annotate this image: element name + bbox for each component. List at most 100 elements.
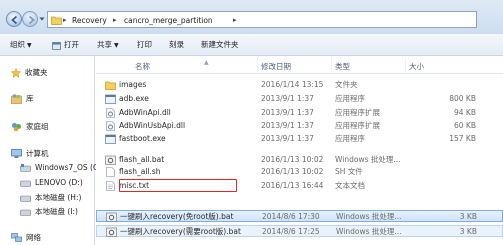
exe-icon bbox=[105, 134, 116, 144]
nav-drive-d-label: LENOVO (D:) bbox=[35, 178, 83, 187]
file-row[interactable]: 一键刷入recovery(需要root版).bat 2014/8/6 17:25 W… bbox=[96, 225, 503, 237]
command-bar: 组织 ▼ 打开 共享 ▼ 打印 刻录 新建文件夹 bbox=[0, 34, 503, 56]
nav-drive-i-label: 本地磁盘 (I:) bbox=[35, 207, 78, 216]
file-type: Windows 批处理... bbox=[335, 155, 401, 164]
drive-icon bbox=[20, 195, 31, 202]
back-button[interactable] bbox=[6, 11, 22, 27]
nav-drive-c[interactable]: Windows7_OS (C:) bbox=[20, 162, 104, 173]
nav-favorites[interactable]: 收藏夹 bbox=[11, 67, 48, 78]
file-name: AdbWinApi.dll bbox=[119, 108, 171, 117]
nav-drive-h-label: 本地磁盘 (H:) bbox=[35, 193, 82, 202]
file-modified: 2014/8/6 17:25 bbox=[262, 227, 320, 236]
nav-computer[interactable]: 计算机 bbox=[11, 148, 49, 159]
file-type: SH 文件 bbox=[335, 167, 363, 176]
file-row[interactable]: images 2016/1/14 13:15 文件夹 bbox=[96, 79, 503, 91]
bat-icon bbox=[106, 212, 117, 222]
nav-homegroup[interactable]: 家庭组 bbox=[11, 121, 49, 132]
organize-menu[interactable]: 组织 ▼ bbox=[10, 39, 32, 51]
exe-icon bbox=[105, 94, 116, 104]
burn-button[interactable]: 刻录 bbox=[169, 39, 184, 51]
file-modified: 2013/9/1 1:37 bbox=[261, 108, 314, 117]
print-button[interactable]: 打印 bbox=[137, 39, 152, 51]
breadcrumb-separator[interactable]: ▸ bbox=[113, 15, 117, 26]
file-size: 3 KB bbox=[459, 227, 477, 236]
file-type: 文件夹 bbox=[335, 80, 358, 89]
nav-libraries[interactable]: 库 bbox=[11, 93, 34, 104]
file-row[interactable]: flash_all.bat 2016/1/13 10:02 Windows 批处理.… bbox=[96, 154, 503, 166]
nav-favorites-label: 收藏夹 bbox=[25, 68, 48, 77]
column-header-name[interactable]: 名称 bbox=[135, 61, 150, 72]
txt-icon bbox=[106, 181, 115, 191]
file-modified: 2013/9/1 1:37 bbox=[261, 134, 314, 143]
file-modified: 2014/8/6 17:30 bbox=[262, 212, 320, 221]
file-modified: 2013/9/1 1:37 bbox=[261, 94, 314, 103]
nav-homegroup-label: 家庭组 bbox=[26, 122, 49, 131]
share-label: 共享 bbox=[97, 40, 112, 49]
file-size: 800 KB bbox=[449, 94, 476, 103]
bat-icon bbox=[105, 155, 116, 165]
address-box[interactable]: ▸ Recovery ▸ cancro_merge_partition ▸ bbox=[47, 11, 477, 28]
file-size: 157 KB bbox=[449, 134, 476, 143]
nav-drive-h[interactable]: 本地磁盘 (H:) bbox=[20, 192, 81, 203]
file-type: 应用程序 bbox=[335, 94, 365, 103]
forward-arrow-icon bbox=[28, 15, 35, 25]
breadcrumb-separator[interactable]: ▸ bbox=[63, 15, 67, 26]
file-modified: 2016/1/13 16:44 bbox=[261, 181, 324, 190]
folder-icon bbox=[105, 81, 116, 90]
share-menu[interactable]: 共享 ▼ bbox=[97, 39, 119, 51]
history-dropdown-icon[interactable] bbox=[39, 16, 45, 22]
folder-icon bbox=[51, 16, 62, 25]
forward-button[interactable] bbox=[22, 11, 38, 27]
nav-libraries-label: 库 bbox=[26, 94, 34, 103]
column-divider[interactable] bbox=[331, 58, 332, 72]
file-row[interactable]: 一键刷入recovery(免root版).bat 2014/8/6 17:30 Wi… bbox=[96, 210, 503, 222]
nav-computer-label: 计算机 bbox=[26, 149, 49, 158]
file-row[interactable]: fastboot.exe 2013/9/1 1:37 应用程序 157 KB bbox=[96, 133, 503, 145]
column-header-modified[interactable]: 修改日期 bbox=[261, 61, 291, 72]
file-size bbox=[426, 166, 476, 178]
nav-drive-d[interactable]: LENOVO (D:) bbox=[20, 177, 83, 188]
column-divider[interactable] bbox=[405, 58, 406, 72]
file-size: 94 KB bbox=[454, 108, 476, 117]
breadcrumb-current-folder[interactable]: cancro_merge_partition bbox=[124, 15, 213, 26]
organize-label: 组织 bbox=[10, 40, 25, 49]
file-type: Windows 批处理... bbox=[336, 227, 402, 236]
nav-network[interactable]: 网络 bbox=[11, 232, 41, 243]
star-icon bbox=[11, 68, 21, 78]
file-name: AdbWinUsbApi.dll bbox=[119, 121, 186, 130]
bat-icon bbox=[106, 227, 117, 237]
file-row[interactable]: AdbWinApi.dll 2013/9/1 1:37 应用程序扩展 94 KB bbox=[96, 107, 503, 119]
new-folder-button[interactable]: 新建文件夹 bbox=[201, 39, 239, 51]
open-icon bbox=[52, 41, 61, 50]
file-list: 名称 ▲ 修改日期 类型 大小 images 2016/1/14 13:15 文件夹… bbox=[96, 56, 503, 245]
file-name: flash_all.bat bbox=[119, 155, 165, 164]
file-size bbox=[426, 154, 476, 166]
file-row[interactable]: flash_all.sh 2016/1/13 10:02 SH 文件 bbox=[96, 166, 503, 178]
nav-network-label: 网络 bbox=[26, 233, 41, 242]
breadcrumb-separator[interactable]: ▸ bbox=[233, 15, 237, 26]
file-type: 应用程序 bbox=[335, 134, 365, 143]
drive-icon bbox=[20, 209, 31, 216]
file-row[interactable]: AdbWinUsbApi.dll 2013/9/1 1:37 应用程序扩展 60 KB bbox=[96, 120, 503, 132]
breadcrumb-recovery[interactable]: Recovery bbox=[72, 15, 107, 26]
drive-windows-icon bbox=[20, 164, 31, 172]
file-name: 一键刷入recovery(免root版).bat bbox=[120, 212, 234, 221]
header-divider bbox=[96, 73, 503, 74]
file-modified: 2016/1/14 13:15 bbox=[261, 80, 324, 89]
column-divider[interactable] bbox=[257, 58, 258, 72]
file-type: 应用程序扩展 bbox=[335, 108, 380, 117]
column-header-type[interactable]: 类型 bbox=[335, 61, 350, 72]
address-bar-row: ▸ Recovery ▸ cancro_merge_partition ▸ bbox=[0, 0, 503, 34]
column-header-size[interactable]: 大小 bbox=[409, 61, 424, 72]
file-name: images bbox=[119, 80, 147, 89]
annotation-highlight-box bbox=[119, 179, 237, 192]
open-button[interactable]: 打开 bbox=[52, 39, 79, 51]
dll-icon bbox=[106, 121, 115, 131]
file-modified: 2016/1/13 10:02 bbox=[261, 167, 324, 176]
file-size bbox=[426, 79, 476, 91]
nav-drive-i[interactable]: 本地磁盘 (I:) bbox=[20, 206, 78, 217]
file-modified: 2013/9/1 1:37 bbox=[261, 121, 314, 130]
file-row[interactable]: adb.exe 2013/9/1 1:37 应用程序 800 KB bbox=[96, 93, 503, 105]
back-arrow-icon bbox=[11, 15, 18, 25]
file-modified: 2016/1/13 10:02 bbox=[261, 155, 324, 164]
